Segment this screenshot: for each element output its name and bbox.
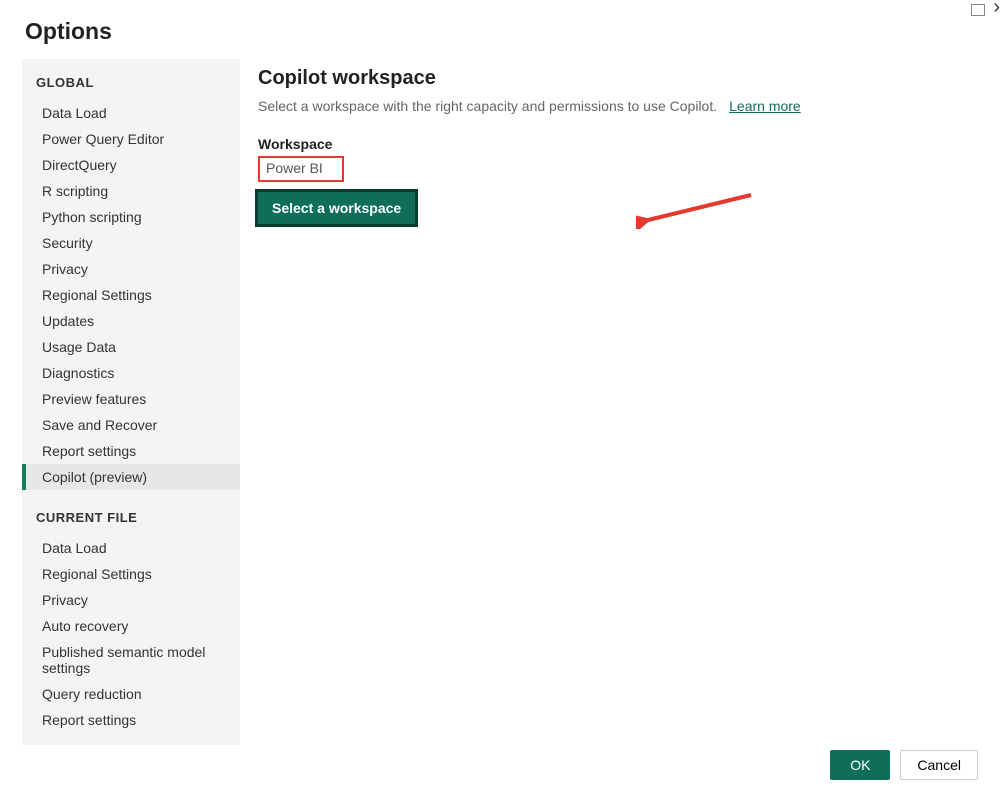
sidebar-item-global-8[interactable]: Updates — [22, 308, 240, 334]
sidebar-item-global-0[interactable]: Data Load — [22, 100, 240, 126]
sidebar-item-cf-0[interactable]: Data Load — [22, 535, 240, 561]
sidebar-item-global-11[interactable]: Preview features — [22, 386, 240, 412]
sidebar-item-global-5[interactable]: Security — [22, 230, 240, 256]
sidebar-item-global-6[interactable]: Privacy — [22, 256, 240, 282]
sidebar-item-global-1[interactable]: Power Query Editor — [22, 126, 240, 152]
sidebar: GLOBAL Data LoadPower Query EditorDirect… — [22, 59, 240, 745]
main-panel: Copilot workspace Select a workspace wit… — [240, 59, 978, 745]
sidebar-item-global-14[interactable]: Copilot (preview) — [22, 464, 240, 490]
cancel-button[interactable]: Cancel — [900, 750, 978, 780]
workspace-label: Workspace — [258, 136, 978, 156]
sidebar-item-cf-6[interactable]: Report settings — [22, 707, 240, 733]
page-title: Options — [0, 0, 1000, 59]
main-subtitle: Select a workspace with the right capaci… — [258, 98, 717, 114]
sidebar-item-global-13[interactable]: Report settings — [22, 438, 240, 464]
sidebar-item-global-3[interactable]: R scripting — [22, 178, 240, 204]
sidebar-item-cf-2[interactable]: Privacy — [22, 587, 240, 613]
sidebar-item-global-9[interactable]: Usage Data — [22, 334, 240, 360]
workspace-input[interactable]: Power BI — [258, 156, 344, 182]
sidebar-item-cf-1[interactable]: Regional Settings — [22, 561, 240, 587]
maximize-icon[interactable] — [971, 4, 985, 16]
sidebar-item-global-2[interactable]: DirectQuery — [22, 152, 240, 178]
sidebar-item-global-12[interactable]: Save and Recover — [22, 412, 240, 438]
ok-button[interactable]: OK — [830, 750, 890, 780]
sidebar-item-global-4[interactable]: Python scripting — [22, 204, 240, 230]
sidebar-item-global-7[interactable]: Regional Settings — [22, 282, 240, 308]
sidebar-item-cf-3[interactable]: Auto recovery — [22, 613, 240, 639]
learn-more-link[interactable]: Learn more — [729, 98, 801, 114]
chevron-right-icon: › — [985, 0, 1000, 14]
sidebar-item-cf-5[interactable]: Query reduction — [22, 681, 240, 707]
sidebar-item-cf-4[interactable]: Published semantic model settings — [22, 639, 240, 681]
sidebar-section-global: GLOBAL — [22, 75, 240, 100]
dialog-footer: OK Cancel — [830, 750, 978, 780]
sidebar-section-current-file: CURRENT FILE — [22, 490, 240, 535]
sidebar-item-global-10[interactable]: Diagnostics — [22, 360, 240, 386]
select-workspace-button[interactable]: Select a workspace — [258, 192, 415, 224]
window-controls: › — [971, 0, 1000, 16]
main-heading: Copilot workspace — [258, 67, 978, 98]
